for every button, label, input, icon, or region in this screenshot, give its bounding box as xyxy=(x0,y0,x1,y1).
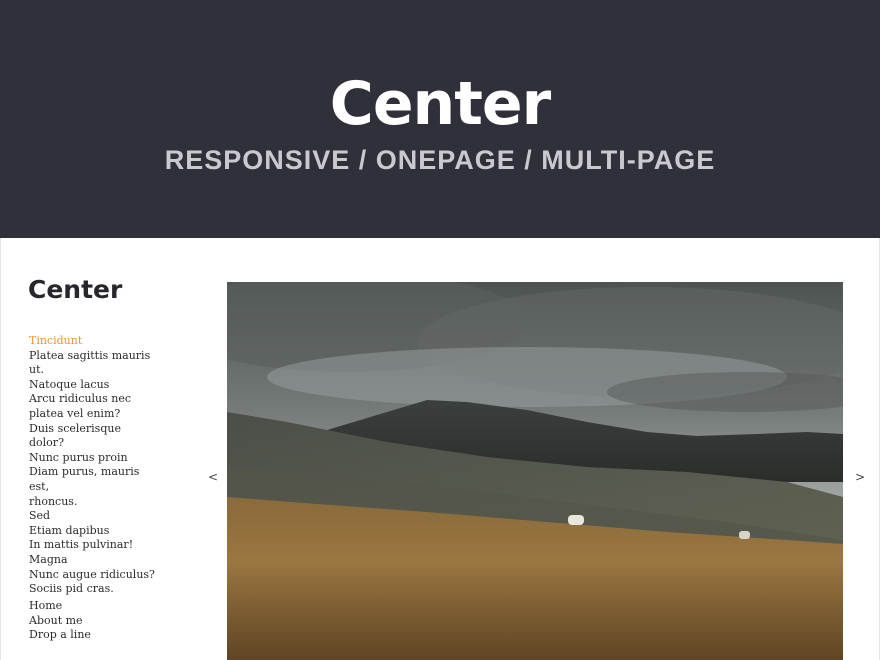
menu-item[interactable]: Diam purus, mauris est, xyxy=(29,465,159,494)
next-slide-button[interactable]: > xyxy=(855,470,865,484)
menu-item-contact[interactable]: Drop a line xyxy=(29,628,159,643)
menu-item[interactable]: Nunc augue ridiculus? xyxy=(29,568,159,583)
menu-item[interactable]: Sed xyxy=(29,509,159,524)
menu-item[interactable]: Magna xyxy=(29,553,159,568)
menu-item[interactable]: Arcu ridiculus nec xyxy=(29,392,159,407)
menu-item[interactable]: platea vel enim? xyxy=(29,407,159,422)
menu-item[interactable]: Etiam dapibus xyxy=(29,524,159,539)
landscape-photo xyxy=(227,282,843,660)
hero-banner: Center RESPONSIVE / ONEPAGE / MULTI-PAGE xyxy=(0,0,880,238)
menu-item[interactable]: Sociis pid cras. xyxy=(29,582,159,597)
menu-item-home[interactable]: Home xyxy=(29,599,159,614)
menu-item[interactable]: Duis scelerisque dolor? xyxy=(29,422,159,451)
prev-slide-button[interactable]: < xyxy=(208,470,218,484)
menu-item[interactable]: Natoque lacus xyxy=(29,378,159,393)
hero-subtitle: RESPONSIVE / ONEPAGE / MULTI-PAGE xyxy=(164,145,716,175)
secondary-menu: Home About me Drop a line xyxy=(29,599,159,643)
menu-item[interactable]: Tincidunt xyxy=(29,334,159,349)
menu-item[interactable]: ut. xyxy=(29,363,159,378)
site-logo[interactable]: Center xyxy=(28,274,122,306)
hero-title: Center xyxy=(329,69,551,139)
menu-item[interactable]: Nunc purus proin xyxy=(29,451,159,466)
menu-item[interactable]: rhoncus. xyxy=(29,495,159,510)
menu-item-about[interactable]: About me xyxy=(29,614,159,629)
sidebar-menu: Tincidunt Platea sagittis mauris ut. Nat… xyxy=(29,334,159,597)
menu-item[interactable]: Platea sagittis mauris xyxy=(29,349,159,364)
menu-item[interactable]: In mattis pulvinar! xyxy=(29,538,159,553)
